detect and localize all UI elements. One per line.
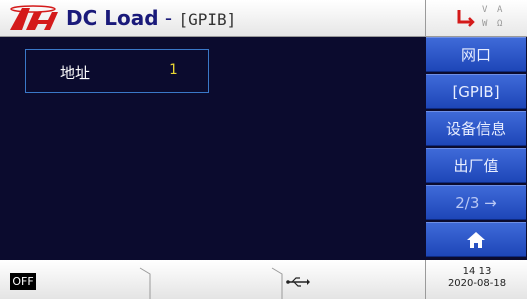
grid-w: W [482, 19, 488, 29]
softkey-factory-default[interactable]: 出厂值 [426, 148, 526, 183]
address-field[interactable]: 地址 1 [25, 49, 209, 93]
window-title: DC Load - [GPIB] [66, 6, 236, 30]
softkey-device-info[interactable]: 设备信息 [426, 111, 526, 146]
softkey-gpib[interactable]: [GPIB] [426, 74, 526, 109]
load-screen: DC Load - [GPIB] V A W Ω 地址 1 网口 [GPIB] … [0, 0, 527, 299]
home-icon [467, 231, 485, 248]
softkey-page-label: 2/3 → [455, 193, 497, 212]
measurement-grid: V A W Ω [480, 3, 510, 33]
title-separator: - [158, 6, 179, 30]
app-name: DC Load [66, 6, 159, 30]
grid-a: A [497, 5, 503, 15]
softkey-page[interactable]: 2/3 → [426, 185, 526, 220]
softkey-gpib-label: [GPIB] [452, 82, 500, 101]
bottom-status-bar: OFF [0, 260, 425, 299]
clock-date: 2020-08-18 [447, 278, 507, 289]
address-value[interactable]: 1 [169, 62, 177, 78]
clock-time: 14 13 [462, 266, 492, 277]
brand-logo [10, 5, 58, 30]
interface-mode: [GPIB] [178, 10, 237, 29]
status-indicator: V A W Ω [425, 0, 527, 37]
clock: 14 13 2020-08-18 [425, 260, 527, 299]
cell-divider [139, 267, 151, 299]
remote-return-icon [457, 10, 475, 27]
output-state-badge: OFF [10, 273, 36, 290]
softkey-panel: 网口 [GPIB] 设备信息 出厂值 2/3 → [425, 37, 527, 259]
softkey-lan[interactable]: 网口 [426, 37, 526, 72]
softkey-home[interactable] [426, 222, 526, 257]
grid-v: V [482, 5, 488, 15]
address-label: 地址 [60, 64, 91, 82]
softkey-lan-label: 网口 [460, 46, 491, 64]
grid-ohm: Ω [497, 19, 503, 29]
output-cell: OFF [0, 260, 148, 299]
title-bar: DC Load - [GPIB] [0, 0, 425, 37]
softkey-factory-default-label: 出厂值 [453, 157, 499, 175]
softkey-device-info-label: 设备信息 [445, 120, 506, 138]
usb-icon [286, 277, 310, 287]
